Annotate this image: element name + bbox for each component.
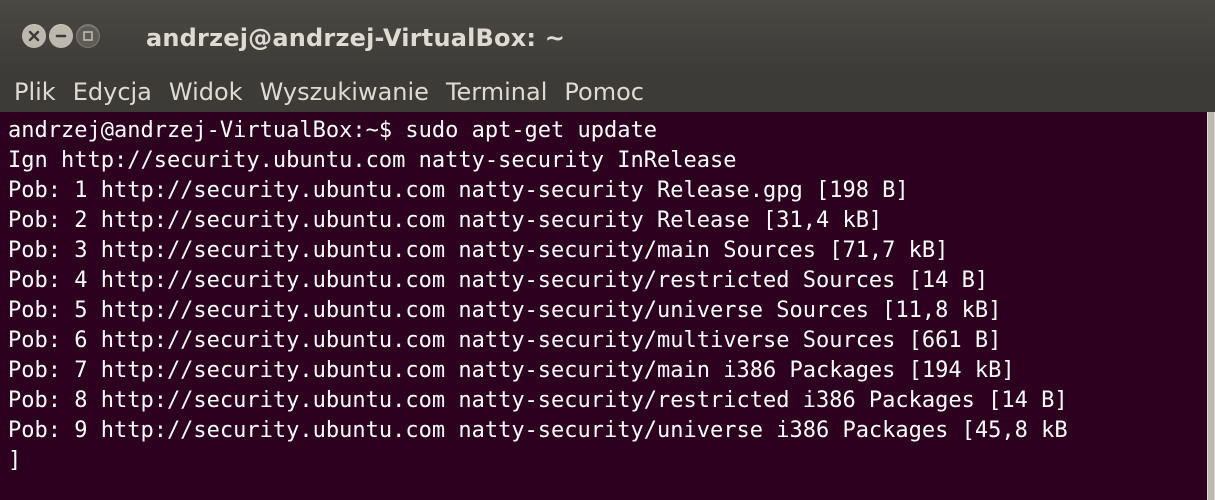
terminal-line: Pob: 7 http://security.ubuntu.com natty-… — [8, 358, 1015, 383]
terminal-line: Pob: 9 http://security.ubuntu.com natty-… — [8, 418, 1068, 443]
terminal-line: Pob: 2 http://security.ubuntu.com natty-… — [8, 208, 883, 233]
scrollbar-thumb[interactable] — [1208, 112, 1214, 500]
terminal-line: Pob: 4 http://security.ubuntu.com natty-… — [8, 268, 989, 293]
menu-item-terminal[interactable]: Terminal — [446, 78, 547, 106]
menu-item-pomoc[interactable]: Pomoc — [564, 78, 644, 106]
terminal-window: andrzej@andrzej-VirtualBox: ~ Plik Edycj… — [0, 0, 1215, 500]
title-bar[interactable]: andrzej@andrzej-VirtualBox: ~ — [0, 0, 1215, 72]
menu-item-widok[interactable]: Widok — [169, 78, 243, 106]
terminal-output[interactable]: andrzej@andrzej-VirtualBox:~$ sudo apt-g… — [0, 112, 1207, 500]
terminal-lines: andrzej@andrzej-VirtualBox:~$ sudo apt-g… — [8, 116, 1068, 476]
terminal-line: ] — [8, 448, 22, 473]
menu-item-wyszukiwanie[interactable]: Wyszukiwanie — [260, 78, 429, 106]
terminal-line: Pob: 5 http://security.ubuntu.com natty-… — [8, 298, 1002, 323]
window-controls — [22, 24, 100, 48]
menu-item-plik[interactable]: Plik — [14, 78, 56, 106]
terminal-line: Pob: 3 http://security.ubuntu.com natty-… — [8, 238, 949, 263]
terminal-line: Pob: 6 http://security.ubuntu.com natty-… — [8, 328, 1002, 353]
terminal-line: Ign http://security.ubuntu.com natty-sec… — [8, 148, 737, 173]
terminal-line: Pob: 1 http://security.ubuntu.com natty-… — [8, 178, 909, 203]
close-icon[interactable] — [22, 24, 46, 48]
scrollbar[interactable] — [1207, 112, 1215, 500]
maximize-icon[interactable] — [76, 24, 100, 48]
window-title: andrzej@andrzej-VirtualBox: ~ — [146, 24, 566, 52]
minimize-icon[interactable] — [49, 24, 73, 48]
terminal-prompt-line: andrzej@andrzej-VirtualBox:~$ sudo apt-g… — [8, 118, 658, 143]
terminal-line: Pob: 8 http://security.ubuntu.com natty-… — [8, 388, 1068, 413]
menu-bar: Plik Edycja Widok Wyszukiwanie Terminal … — [0, 72, 1215, 112]
menu-item-edycja[interactable]: Edycja — [73, 78, 152, 106]
